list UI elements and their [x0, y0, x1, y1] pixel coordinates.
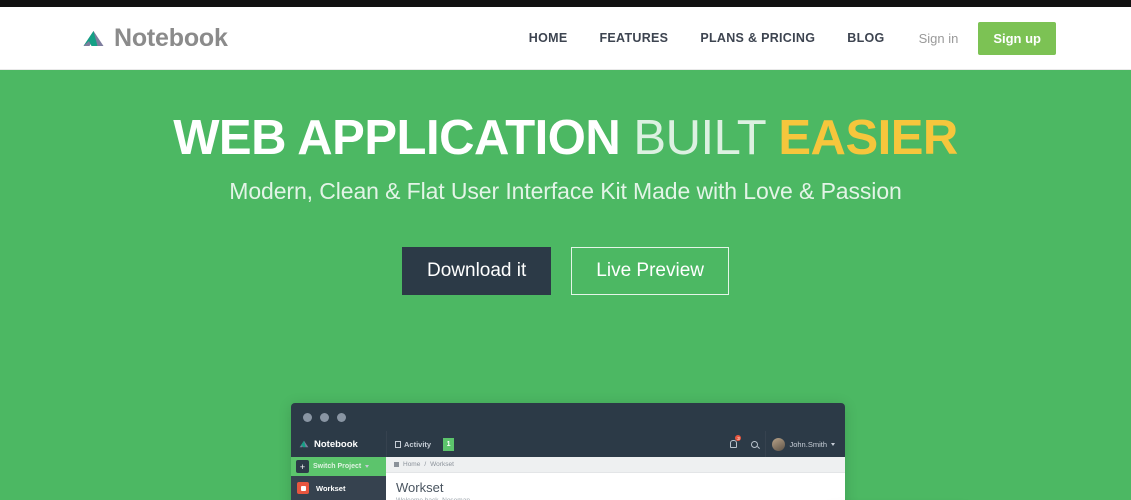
hero-subheadline: Modern, Clean & Flat User Interface Kit … [229, 178, 902, 204]
window-minimize-dot-icon[interactable] [320, 412, 329, 422]
page-header: Workset Welcome back, Noseman [386, 473, 845, 500]
nav-link-blog[interactable]: BLOG [831, 31, 900, 45]
hero-headline: WEB APPLICATION BUILT EASIER [0, 114, 1131, 163]
chevron-down-icon [831, 442, 835, 446]
list-icon [395, 440, 401, 448]
status-chip[interactable]: 1 [443, 437, 455, 451]
user-name: John.Smith [789, 439, 827, 449]
window-maximize-dot-icon[interactable] [337, 412, 346, 422]
app-sidebar: + Switch Project Workset Layouts [291, 457, 386, 500]
switch-project-button[interactable]: + Switch Project [291, 457, 386, 476]
breadcrumb-current: Workset [430, 461, 454, 468]
search-icon [751, 440, 759, 448]
browser-mockup: Notebook Activity 1 3 John.Smith + Switc… [291, 403, 845, 500]
main-navbar: Notebook HOME FEATURES PLANS & PRICING B… [0, 7, 1131, 70]
device-mockups: Notebook Activity 1 3 John.Smith + Switc… [0, 337, 1131, 500]
nav-link-features[interactable]: FEATURES [583, 31, 684, 45]
user-menu[interactable]: John.Smith [765, 431, 841, 457]
app-menu: Activity 1 [386, 431, 723, 457]
notification-badge: 3 [735, 435, 742, 441]
top-accent-bar [0, 0, 1131, 7]
mountain-chevron-icon [299, 440, 309, 448]
page-title: Workset [396, 480, 444, 495]
browser-titlebar [291, 403, 845, 431]
app-brand-name: Notebook [314, 438, 358, 450]
hero-section: WEB APPLICATION BUILT EASIER Modern, Cle… [0, 70, 1131, 500]
app-body: + Switch Project Workset Layouts [291, 457, 845, 500]
nav-link-plans-pricing[interactable]: PLANS & PRICING [684, 31, 831, 45]
menu-item-activity[interactable]: Activity [386, 431, 439, 457]
mountain-chevron-icon [82, 30, 105, 47]
sign-up-button[interactable]: Sign up [978, 21, 1056, 55]
headline-part-bold: WEB APPLICATION [173, 111, 621, 165]
live-preview-button[interactable]: Live Preview [571, 247, 729, 295]
hero-content: WEB APPLICATION BUILT EASIER Modern, Cle… [0, 70, 1131, 295]
breadcrumb-separator: / [424, 461, 427, 468]
brand-logo[interactable]: Notebook [82, 24, 228, 53]
app-content: Home / Workset Workset Welcome back, Nos… [386, 457, 845, 500]
menu-item-label: Activity [404, 439, 432, 449]
app-topbar-actions: 3 John.Smith [723, 431, 845, 457]
nav-links: HOME FEATURES PLANS & PRICING BLOG Sign … [513, 21, 1056, 55]
chevron-down-icon [365, 465, 370, 468]
home-icon [297, 482, 309, 494]
app-brand[interactable]: Notebook [291, 439, 386, 450]
app-topbar: Notebook Activity 1 3 John.Smith [291, 431, 845, 457]
window-close-dot-icon[interactable] [303, 412, 312, 422]
hero-cta-row: Download it Live Preview [0, 247, 1131, 295]
breadcrumb-home[interactable]: Home [403, 461, 420, 468]
notifications-button[interactable]: 3 [723, 431, 744, 457]
home-icon [394, 462, 399, 467]
sidebar-item-label: Workset [316, 483, 346, 493]
brand-name: Notebook [114, 23, 228, 52]
breadcrumb: Home / Workset [386, 457, 845, 473]
plus-icon: + [296, 460, 309, 473]
nav-link-home[interactable]: HOME [513, 31, 584, 45]
sidebar-item-workset[interactable]: Workset [291, 476, 386, 500]
headline-part-accent: EASIER [778, 111, 958, 165]
download-button[interactable]: Download it [402, 247, 552, 295]
search-button[interactable] [744, 431, 765, 457]
bell-icon [730, 440, 738, 448]
avatar [772, 437, 786, 451]
headline-part-light: BUILT [633, 111, 766, 165]
switch-project-label: Switch Project [313, 463, 362, 470]
sign-in-link[interactable]: Sign in [901, 31, 973, 46]
